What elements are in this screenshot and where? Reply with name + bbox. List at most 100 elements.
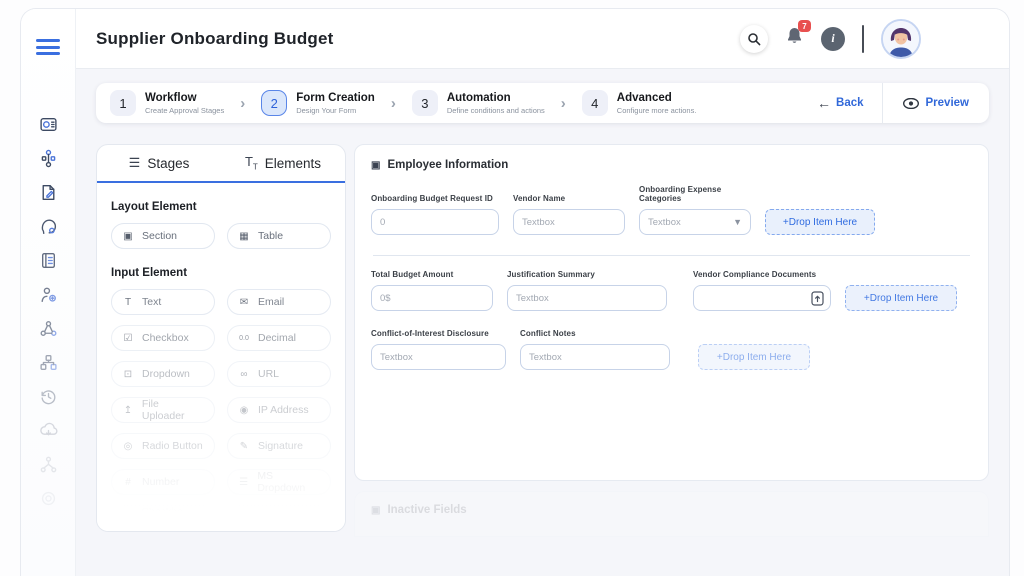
search-button[interactable] [740, 25, 768, 53]
back-arrow-icon: ← [817, 95, 831, 111]
palette-item-text-area[interactable]: ¶Text Area [227, 505, 331, 531]
table-icon: ▦ [238, 231, 250, 242]
conflict-notes-input[interactable] [520, 344, 670, 370]
step-advanced[interactable]: 4 Advanced Configure more actions. [582, 90, 697, 116]
palette-item-url[interactable]: ∞URL [227, 361, 331, 387]
palette-item-checkbox[interactable]: ☑Checkbox [111, 325, 215, 351]
notification-badge: 7 [798, 20, 811, 32]
chevron-right-icon: › [391, 95, 396, 112]
app-window: Supplier Onboarding Budget 7 i [20, 8, 1010, 576]
palette-item-dropdown[interactable]: ⊡Dropdown [111, 361, 215, 387]
number-icon: # [122, 477, 134, 488]
chevron-right-icon: › [240, 95, 245, 112]
approval-stages-icon[interactable] [39, 149, 58, 168]
dashboard-icon[interactable] [39, 115, 58, 134]
palette-item-radio-button[interactable]: ◎Radio Button [111, 433, 215, 459]
org-structure-icon[interactable] [39, 353, 58, 372]
info-button[interactable]: i [821, 27, 845, 51]
hierarchy-icon[interactable] [39, 455, 58, 474]
notifications-button[interactable]: 7 [785, 26, 804, 51]
vendor-name-input[interactable] [513, 209, 625, 235]
user-config-icon[interactable] [39, 217, 58, 236]
palette-item-section[interactable]: ▣Section [111, 223, 215, 249]
step-workflow[interactable]: 1 Workflow Create Approval Stages [110, 90, 224, 116]
palette-item-email[interactable]: ✉Email [227, 289, 331, 315]
tab-stages[interactable]: ☰ Stages [97, 145, 221, 181]
palette-item-signature[interactable]: ✎Signature [227, 433, 331, 459]
palette-item-file-uploader[interactable]: ↥File Uploader [111, 397, 215, 423]
justification-summary-input[interactable] [507, 285, 667, 311]
section-icon: ▣ [122, 231, 134, 242]
stages-icon: ☰ [129, 155, 141, 171]
header-divider [862, 25, 864, 53]
palette-item-table[interactable]: ▦Table [227, 223, 331, 249]
archive-icon[interactable] [39, 421, 58, 440]
member-settings-icon[interactable] [39, 285, 58, 304]
chevron-right-icon: › [561, 95, 566, 112]
history-icon[interactable] [39, 387, 58, 406]
email-icon: ✉ [238, 297, 250, 308]
tab-label: Stages [147, 156, 189, 171]
field-label: Onboarding Expense Categories [639, 185, 751, 203]
preview-label: Preview [926, 97, 969, 109]
back-button[interactable]: ← Back [799, 95, 882, 111]
step-number: 1 [110, 90, 136, 116]
field-label: Conflict Notes [520, 329, 670, 338]
text-icon: T [122, 297, 134, 308]
form-canvas: ▣ Employee Information Onboarding Budget… [354, 144, 989, 481]
step-title: Workflow [145, 91, 224, 105]
palette-tabs: ☰ Stages TT Elements [97, 145, 345, 183]
step-automation[interactable]: 3 Automation Define conditions and actio… [412, 90, 545, 116]
form-builder-icon[interactable] [39, 183, 58, 202]
field-conflict-of-interest-disclosure: Conflict-of-Interest Disclosure [371, 329, 506, 370]
palette-item-number[interactable]: #Number [111, 469, 215, 495]
field-conflict-notes: Conflict Notes [520, 329, 670, 370]
palette-item-ip-address[interactable]: ◉IP Address [227, 397, 331, 423]
drop-zone[interactable]: +Drop Item Here [765, 209, 875, 235]
integrations-icon[interactable] [39, 319, 58, 338]
field-vendor-name: Vendor Name [513, 194, 625, 235]
inactive-section-card: ▣ Inactive Fields [354, 491, 989, 537]
step-subtitle: Define conditions and actions [447, 106, 545, 115]
onboarding-budget-request-id-input[interactable] [371, 209, 499, 235]
conflict-of-interest-disclosure-input[interactable] [371, 344, 506, 370]
palette-item-text[interactable]: TText [111, 289, 215, 315]
tab-label: Elements [265, 156, 321, 171]
section-title: Employee Information [387, 159, 508, 171]
avatar[interactable] [881, 19, 921, 59]
page-title: Supplier Onboarding Budget [96, 29, 334, 49]
element-palette: ☰ Stages TT Elements Layout Element ▣Sec… [96, 144, 346, 532]
step-subtitle: Create Approval Stages [145, 106, 224, 115]
hamburger-menu-icon[interactable] [36, 39, 60, 55]
total-budget-amount-input[interactable] [371, 285, 493, 311]
link-icon: ∞ [238, 369, 250, 380]
onboarding-expense-categories-select[interactable] [639, 209, 751, 235]
file-upload-icon[interactable] [811, 291, 824, 306]
step-title: Advanced [617, 91, 697, 105]
settings-icon[interactable] [39, 489, 58, 508]
section-header: ▣ Employee Information [371, 159, 972, 171]
info-icon: i [831, 31, 834, 46]
ms-dropdown-icon: ☰ [238, 477, 249, 488]
field-label: Vendor Name [513, 194, 625, 203]
field-onboarding-expense-categories: Onboarding Expense Categories ▼ [639, 185, 751, 235]
field-vendor-compliance-documents: Vendor Compliance Documents [693, 270, 831, 311]
step-title: Automation [447, 91, 545, 105]
palette-item-checkbox-list[interactable]: ≣Checkbox List [111, 505, 215, 531]
step-number: 2 [261, 90, 287, 116]
step-form-creation[interactable]: 2 Form Creation Design Your Form [261, 90, 375, 116]
tab-elements[interactable]: TT Elements [221, 145, 345, 181]
section-icon: ▣ [371, 505, 380, 516]
top-header: Supplier Onboarding Budget 7 i [76, 9, 1009, 69]
step-subtitle: Design Your Form [296, 106, 375, 115]
palette-item-decimal[interactable]: 0.0Decimal [227, 325, 331, 351]
palette-item-ms-dropdown[interactable]: ☰MS Dropdown [227, 469, 331, 495]
checkbox-icon: ☑ [122, 333, 134, 344]
drop-zone[interactable]: +Drop Item Here [698, 344, 810, 370]
field-total-budget-amount: Total Budget Amount [371, 270, 493, 311]
drop-zone[interactable]: +Drop Item Here [845, 285, 957, 311]
stepper: 1 Workflow Create Approval Stages › 2 Fo… [96, 83, 989, 123]
preview-button[interactable]: Preview [883, 97, 989, 109]
records-icon[interactable] [39, 251, 58, 270]
step-number: 3 [412, 90, 438, 116]
